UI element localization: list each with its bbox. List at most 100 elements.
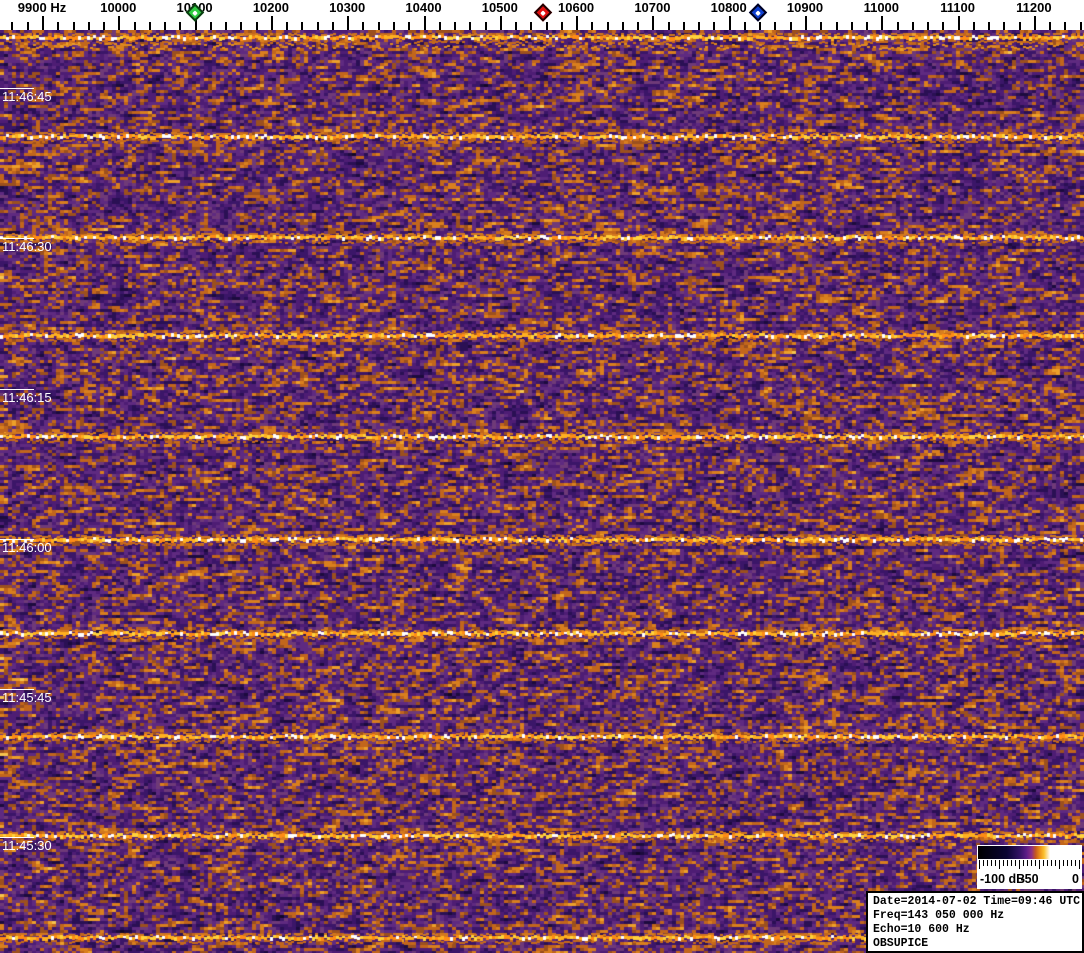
- colorbar-tick: [1043, 860, 1044, 866]
- ruler-minor-tick: [759, 22, 762, 30]
- ruler-label: 10700: [634, 0, 671, 15]
- ruler-minor-tick: [560, 22, 563, 30]
- colorbar-tick: [983, 860, 984, 866]
- time-label: 11:45:45: [2, 690, 52, 705]
- ruler-minor-tick: [545, 22, 548, 30]
- colorbar-tick: [1079, 860, 1080, 869]
- ruler-label: 10300: [329, 0, 366, 15]
- ruler-minor-tick: [682, 22, 685, 30]
- ruler-minor-tick: [103, 22, 105, 30]
- spectrogram-window: 9900 Hz100001010010200103001040010500106…: [0, 0, 1084, 953]
- ruler-label: 10500: [481, 0, 518, 15]
- marker-center-dot: [191, 9, 198, 16]
- ruler-minor-tick: [57, 22, 60, 30]
- ruler-minor-tick: [454, 22, 456, 30]
- ruler-minor-tick: [148, 22, 151, 30]
- colorbar-tick: [1035, 860, 1036, 866]
- ruler-minor-tick: [225, 22, 228, 30]
- ruler-minor-tick: [1018, 22, 1021, 30]
- colorbar-tick: [1011, 860, 1012, 866]
- ruler-label: 11100: [940, 0, 975, 15]
- ruler-major-tick: [1033, 16, 1036, 30]
- colorbar-tick: [1047, 860, 1048, 866]
- ruler-minor-tick: [164, 22, 166, 30]
- colorbar-tick: [1039, 860, 1040, 869]
- colorbar-tick: [987, 860, 988, 866]
- ruler-major-tick: [347, 16, 350, 30]
- ruler-minor-tick: [591, 22, 594, 30]
- colorbar-tick: [1023, 860, 1024, 866]
- ruler-minor-tick: [972, 22, 975, 30]
- ruler-minor-tick: [988, 22, 991, 30]
- ruler-label: 10600: [558, 0, 595, 15]
- ruler-minor-tick: [362, 22, 365, 30]
- ruler-minor-tick: [286, 22, 289, 30]
- colorbar-tick: [999, 860, 1000, 869]
- ruler-minor-tick: [377, 22, 380, 30]
- ruler-minor-tick: [209, 22, 212, 30]
- ruler-label: 11200: [1016, 0, 1052, 15]
- ruler-minor-tick: [72, 22, 75, 30]
- ruler-minor-tick: [26, 22, 29, 30]
- ruler-minor-tick: [789, 22, 792, 30]
- ruler-minor-tick: [87, 22, 90, 30]
- colorbar-tick: [1019, 860, 1020, 869]
- info-line-date-time: Date=2014-07-02 Time=09:46 UTC: [873, 895, 1081, 908]
- time-label: 11:46:45: [2, 89, 52, 104]
- ruler-minor-tick: [667, 22, 670, 30]
- ruler-major-tick: [728, 16, 731, 30]
- ruler-minor-tick: [438, 22, 441, 30]
- ruler-minor-tick: [743, 22, 746, 30]
- marker-center-dot: [754, 9, 761, 16]
- ruler-minor-tick: [896, 22, 899, 30]
- ruler-minor-tick: [11, 22, 14, 30]
- colorbar-tick: [1051, 860, 1052, 866]
- info-line-frequency: Freq=143 050 000 Hz: [873, 909, 1005, 922]
- ruler-minor-tick: [301, 22, 304, 30]
- ruler-label: 10800: [710, 0, 747, 15]
- ruler-minor-tick: [484, 22, 487, 30]
- ruler-major-tick: [499, 16, 502, 30]
- ruler-major-tick: [652, 16, 655, 30]
- ruler-minor-tick: [698, 22, 701, 30]
- ruler-major-tick: [118, 16, 121, 30]
- ruler-minor-tick: [927, 22, 929, 30]
- time-label: 11:46:00: [2, 540, 52, 555]
- colorbar-tick: [1075, 860, 1076, 866]
- ruler-major-tick: [42, 16, 44, 30]
- colorbar-tick: [1059, 860, 1060, 869]
- ruler-minor-tick: [316, 22, 319, 30]
- ruler-minor-tick: [942, 22, 945, 30]
- ruler-major-tick: [805, 16, 807, 30]
- ruler-minor-tick: [392, 22, 395, 30]
- ruler-label: 9900 Hz: [17, 0, 67, 15]
- colorbar-tick: [1071, 860, 1072, 866]
- info-box: Date=2014-07-02 Time=09:46 UTC Freq=143 …: [866, 891, 1084, 953]
- colorbar-tick: [979, 860, 980, 869]
- frequency-ruler: 9900 Hz100001010010200103001040010500106…: [0, 0, 1084, 30]
- freq-marker-diamond-red[interactable]: [534, 3, 553, 22]
- colorbar-tick: [1003, 860, 1004, 866]
- colorbar-label-mid: -50: [1020, 872, 1039, 886]
- time-label: 11:45:30: [2, 838, 52, 853]
- ruler-minor-tick: [515, 22, 517, 30]
- ruler-minor-tick: [469, 22, 472, 30]
- colorbar-tick: [1015, 860, 1016, 866]
- ruler-major-tick: [270, 16, 273, 30]
- info-line-station: OBSUPICE: [873, 937, 929, 950]
- colorbar-gradient: [978, 846, 1081, 859]
- ruler-minor-tick: [820, 22, 823, 30]
- ruler-minor-tick: [1079, 22, 1082, 30]
- colorbar-label-max: 0: [1072, 872, 1079, 886]
- ruler-minor-tick: [911, 22, 914, 30]
- ruler-minor-tick: [774, 22, 777, 30]
- ruler-minor-tick: [713, 22, 716, 30]
- ruler-minor-tick: [331, 22, 334, 30]
- freq-marker-diamond-blue[interactable]: [748, 3, 767, 22]
- ruler-major-tick: [423, 16, 426, 30]
- info-line-echo: Echo=10 600 Hz: [873, 923, 970, 936]
- ruler-minor-tick: [1064, 22, 1067, 30]
- ruler-minor-tick: [621, 22, 624, 30]
- waterfall-canvas: [0, 30, 1084, 953]
- ruler-minor-tick: [255, 22, 258, 30]
